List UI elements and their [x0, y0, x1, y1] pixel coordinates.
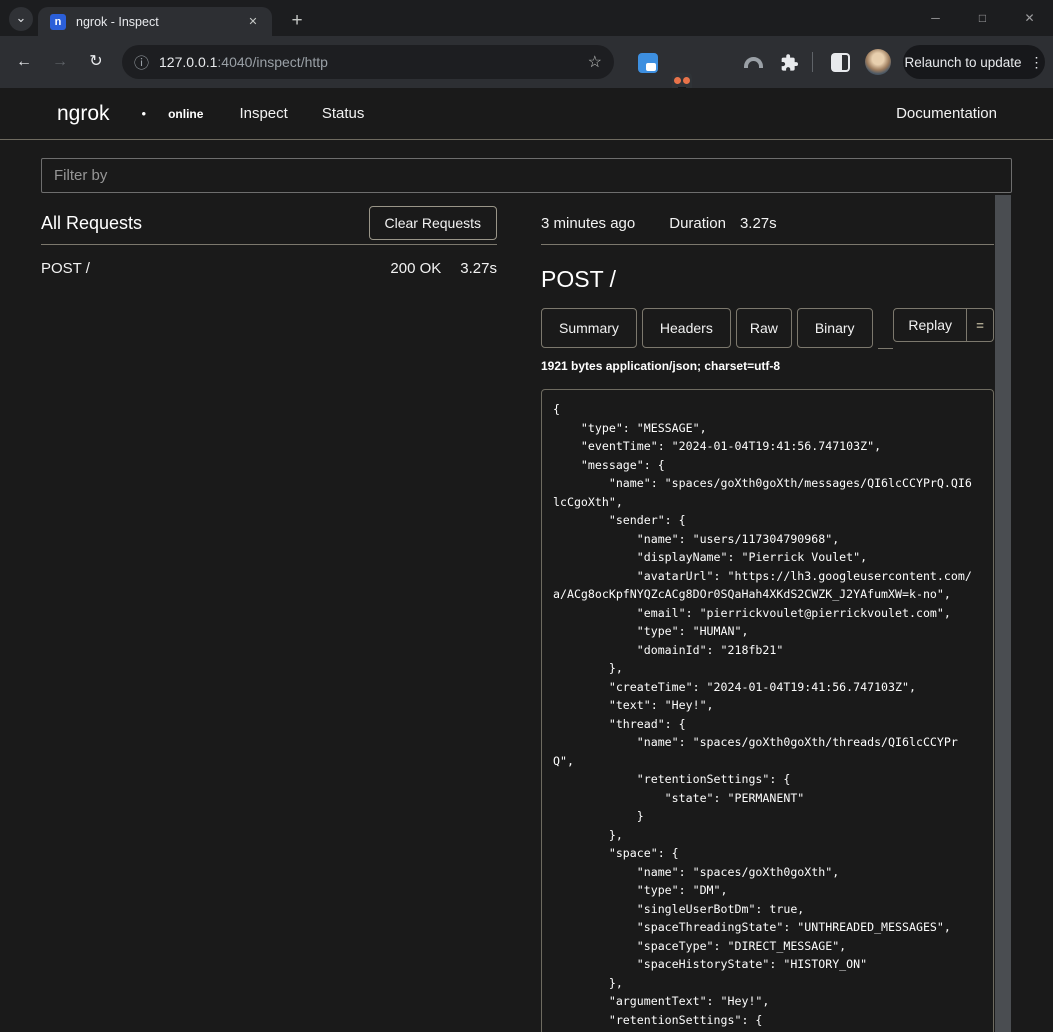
- tab-raw[interactable]: Raw: [736, 308, 792, 348]
- maximize-button[interactable]: □: [959, 0, 1006, 36]
- request-body-json: { "type": "MESSAGE", "eventTime": "2024-…: [553, 400, 982, 1029]
- extension-window-icon[interactable]: [638, 53, 658, 73]
- online-status-dot: •: [142, 106, 147, 121]
- request-status: 200 OK: [390, 260, 441, 277]
- replay-button[interactable]: Replay: [893, 308, 967, 342]
- replay-options-button[interactable]: =: [967, 308, 994, 342]
- relaunch-to-update-button[interactable]: Relaunch to update ⋮: [903, 45, 1045, 79]
- ngrok-navbar: ngrok • online Inspect Status Documentat…: [0, 88, 1053, 140]
- duration-value: 3.27s: [740, 215, 777, 232]
- tab-close-icon[interactable]: ✕: [244, 13, 262, 31]
- browser-tab[interactable]: n ngrok - Inspect ✕: [38, 7, 272, 36]
- extensions-puzzle-icon[interactable]: [779, 53, 799, 73]
- new-tab-button[interactable]: +: [284, 9, 310, 35]
- filter-bar: [0, 140, 1053, 193]
- tab-headers[interactable]: Headers: [642, 308, 731, 348]
- replay-split-button: Replay =: [893, 308, 994, 342]
- request-duration: 3.27s: [460, 260, 497, 277]
- request-method-path: POST /: [41, 260, 90, 277]
- browser-toolbar: ← → ↻ ⓘ 127.0.0.1:4040/inspect/http ☆ Re…: [0, 36, 1053, 88]
- tabs-underline: [878, 308, 894, 349]
- detail-divider: [541, 244, 994, 245]
- content-type-meta: 1921 bytes application/json; charset=utf…: [541, 359, 994, 373]
- nav-item-documentation[interactable]: Documentation: [896, 105, 997, 122]
- site-info-icon[interactable]: ⓘ: [134, 52, 149, 73]
- detail-tabs: Summary Headers Raw Binary Replay =: [541, 308, 994, 349]
- close-window-button[interactable]: ✕: [1006, 0, 1053, 36]
- filter-input[interactable]: [41, 158, 1012, 193]
- ngrok-page: ngrok • online Inspect Status Documentat…: [0, 88, 1053, 1032]
- url-text: 127.0.0.1:4040/inspect/http: [159, 54, 588, 70]
- kebab-menu-icon[interactable]: ⋮: [1030, 54, 1044, 71]
- forward-icon: →: [48, 50, 72, 74]
- request-time-ago: 3 minutes ago: [541, 215, 635, 232]
- browser-titlebar: ⌄ n ngrok - Inspect ✕ + ─ □ ✕: [0, 0, 1053, 36]
- extension-arc-icon[interactable]: [744, 57, 763, 68]
- requests-panel: All Requests Clear Requests POST / 200 O…: [41, 202, 497, 1032]
- tab-summary[interactable]: Summary: [541, 308, 637, 348]
- detail-scrollbar[interactable]: [995, 195, 1011, 1032]
- relaunch-label: Relaunch to update: [904, 55, 1021, 70]
- request-row[interactable]: POST / 200 OK 3.27s: [41, 245, 497, 277]
- reload-icon[interactable]: ↻: [84, 50, 108, 74]
- bookmark-star-icon[interactable]: ☆: [588, 52, 602, 72]
- toolbar-separator: [812, 52, 813, 72]
- requests-panel-title: All Requests: [41, 213, 142, 234]
- request-body-block: { "type": "MESSAGE", "eventTime": "2024-…: [541, 389, 994, 1032]
- nav-item-inspect[interactable]: Inspect: [239, 105, 287, 122]
- online-status-label: online: [168, 107, 203, 121]
- tab-title: ngrok - Inspect: [76, 15, 244, 29]
- minimize-button[interactable]: ─: [912, 0, 959, 36]
- duration-label: Duration: [669, 215, 726, 232]
- side-panel-icon[interactable]: [831, 53, 850, 72]
- tab-binary[interactable]: Binary: [797, 308, 873, 348]
- profile-avatar[interactable]: [865, 49, 891, 75]
- window-controls: ─ □ ✕: [912, 0, 1053, 36]
- address-bar[interactable]: ⓘ 127.0.0.1:4040/inspect/http ☆: [122, 45, 614, 79]
- clear-requests-button[interactable]: Clear Requests: [369, 206, 498, 240]
- ngrok-favicon-icon: n: [50, 14, 66, 30]
- ngrok-logo[interactable]: ngrok: [57, 102, 110, 126]
- url-host: 127.0.0.1: [159, 54, 217, 70]
- tab-search-chevron-icon[interactable]: ⌄: [9, 7, 33, 31]
- detail-title: POST /: [541, 266, 994, 293]
- url-path: :4040/inspect/http: [217, 54, 328, 70]
- nav-item-status[interactable]: Status: [322, 105, 365, 122]
- request-detail-panel: 3 minutes ago Duration 3.27s POST / Summ…: [541, 202, 994, 1032]
- back-icon[interactable]: ←: [12, 50, 36, 74]
